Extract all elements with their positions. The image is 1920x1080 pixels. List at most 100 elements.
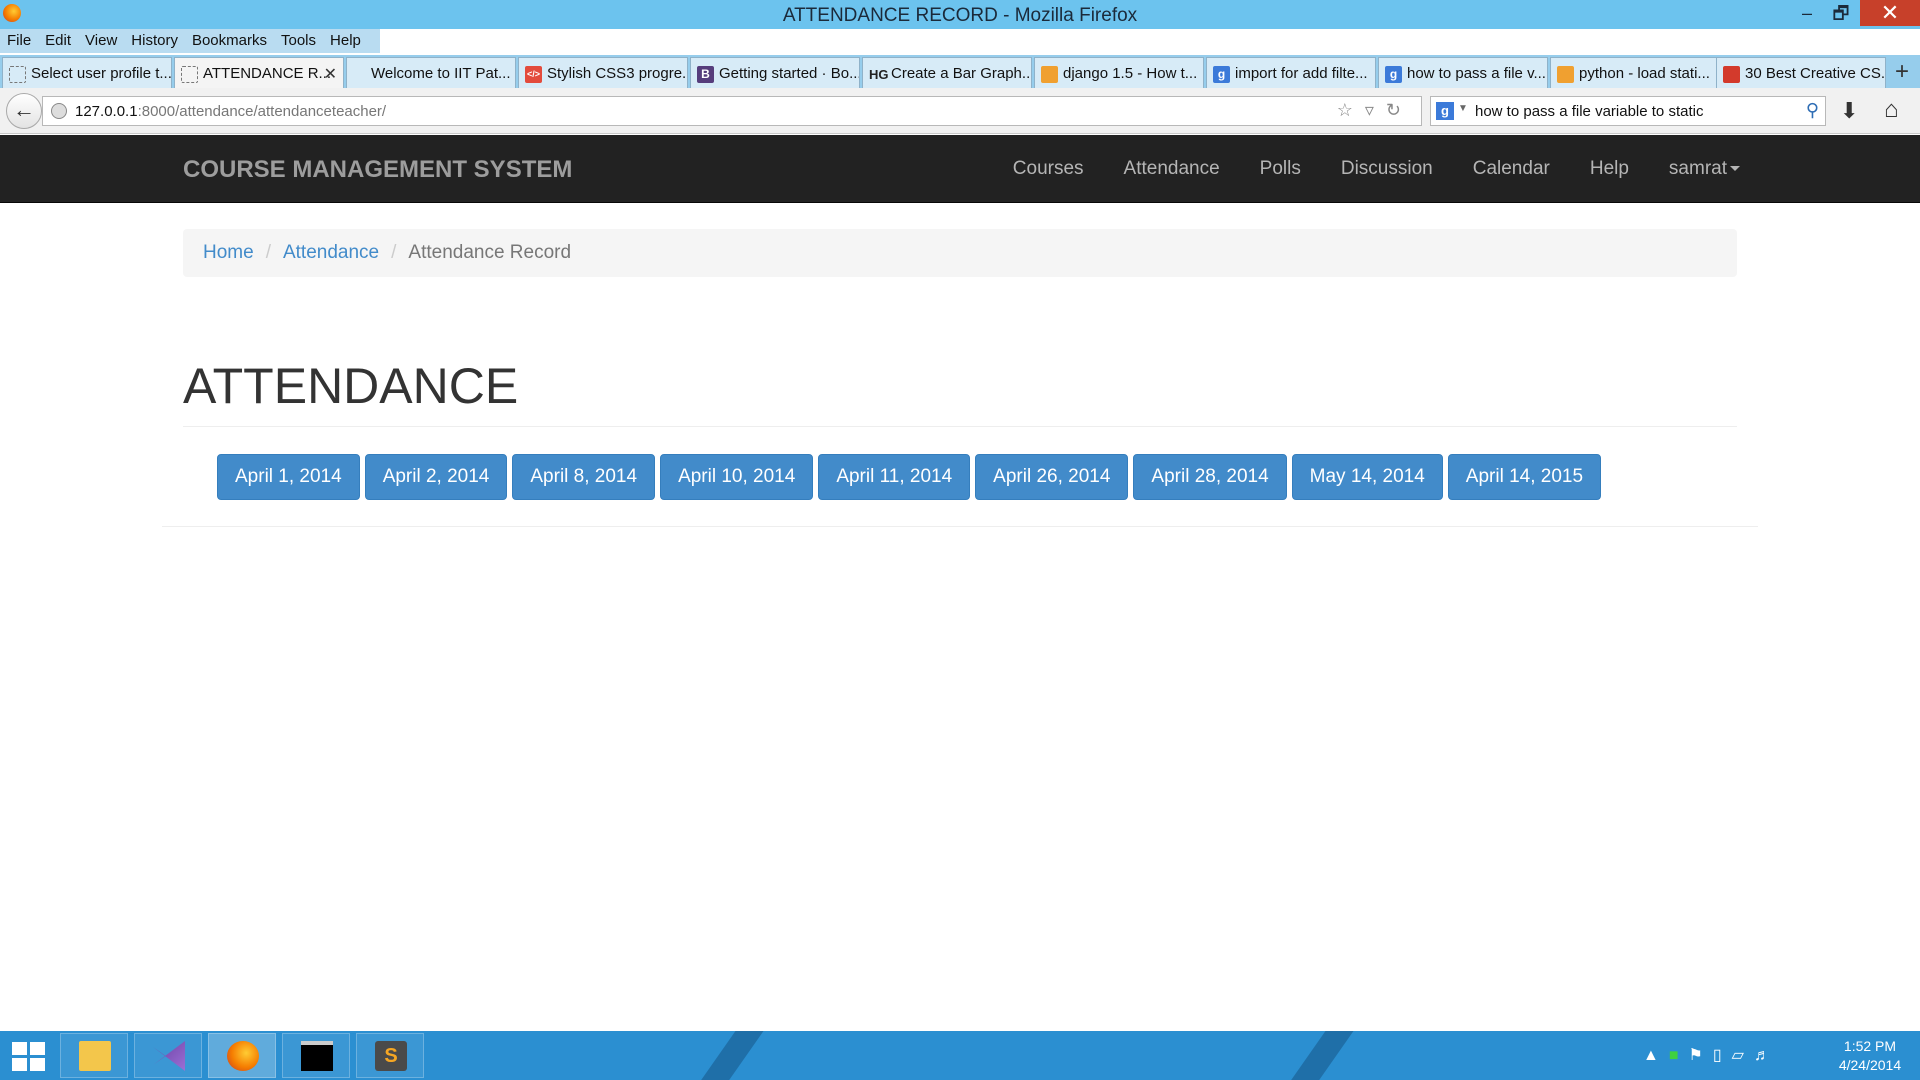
nav-attendance[interactable]: Attendance	[1104, 158, 1240, 180]
caret-down-icon	[1730, 166, 1740, 172]
new-tab-button[interactable]: +	[1888, 59, 1916, 87]
stackoverflow-icon	[1041, 66, 1058, 83]
browser-tab[interactable]: </> Stylish CSS3 progre...	[518, 57, 688, 88]
bookmark-star-icon[interactable]: ☆	[1337, 100, 1365, 120]
attendance-date-buttons: April 1, 2014 April 2, 2014 April 8, 201…	[217, 454, 1602, 500]
google-icon: g	[1213, 66, 1230, 83]
menu-history[interactable]: History	[124, 29, 185, 53]
browser-tab[interactable]: g import for add filte...	[1206, 57, 1376, 88]
search-bar[interactable]: g ▼ how to pass a file variable to stati…	[1430, 96, 1826, 126]
taskbar-firefox[interactable]	[208, 1033, 276, 1078]
nav-calendar[interactable]: Calendar	[1453, 158, 1570, 180]
user-name: samrat	[1668, 158, 1727, 179]
tab-label: Welcome to IIT Pat...	[371, 65, 511, 82]
flag-icon[interactable]: ⚑	[1689, 1047, 1713, 1064]
nav-polls[interactable]: Polls	[1240, 158, 1321, 180]
browser-tab[interactable]: Select user profile t...	[2, 57, 172, 88]
maximize-button[interactable]: 🗗	[1826, 0, 1856, 26]
taskbar-clock[interactable]: 1:52 PM 4/24/2014	[1830, 1037, 1910, 1075]
download-icon[interactable]: ⬇	[1840, 98, 1858, 124]
nav-help[interactable]: Help	[1570, 158, 1649, 180]
tab-label: Create a Bar Graph...	[891, 65, 1032, 82]
browser-tab[interactable]: Welcome to IIT Pat...	[346, 57, 516, 88]
web-page: COURSE MANAGEMENT SYSTEM Courses Attenda…	[0, 135, 1920, 1031]
tab-label: Stylish CSS3 progre...	[547, 65, 688, 82]
url-bar[interactable]: 127.0.0.1:8000/attendance/attendanceteac…	[42, 96, 1422, 126]
home-icon[interactable]: ⌂	[1884, 96, 1899, 124]
system-tray: ▲■⚑▯▱♬	[1643, 1045, 1780, 1065]
clock-date: 4/24/2014	[1838, 1057, 1902, 1073]
taskbar-explorer[interactable]	[60, 1033, 128, 1078]
url-text[interactable]: 127.0.0.1:8000/attendance/attendanceteac…	[75, 103, 386, 120]
terminal-icon	[301, 1041, 333, 1071]
date-button[interactable]: April 14, 2015	[1447, 454, 1602, 500]
stackoverflow-icon	[1557, 66, 1574, 83]
menu-bookmarks[interactable]: Bookmarks	[185, 29, 274, 53]
back-button[interactable]: ←	[6, 93, 42, 129]
browser-tab-active[interactable]: ATTENDANCE R... ✕	[174, 57, 344, 88]
menu-file[interactable]: File	[0, 29, 38, 53]
search-input[interactable]: how to pass a file variable to static	[1475, 103, 1703, 120]
tab-label: django 1.5 - How t...	[1063, 65, 1198, 82]
menu-edit[interactable]: Edit	[38, 29, 78, 53]
battery-icon[interactable]: ▯	[1713, 1047, 1732, 1064]
user-menu[interactable]: samrat	[1649, 158, 1760, 180]
tab-label: Getting started · Bo...	[719, 65, 860, 82]
date-button[interactable]: April 26, 2014	[975, 454, 1129, 500]
browser-tab[interactable]: 30 Best Creative CS...	[1716, 57, 1886, 88]
bootstrap-icon: B	[697, 66, 714, 83]
date-button[interactable]: April 8, 2014	[512, 454, 656, 500]
clock-time: 1:52 PM	[1843, 1038, 1897, 1054]
taskbar-sublime-text[interactable]: S	[356, 1033, 424, 1078]
menu-bar: File Edit View History Bookmarks Tools H…	[0, 29, 380, 53]
date-button[interactable]: April 10, 2014	[660, 454, 814, 500]
menu-help[interactable]: Help	[323, 29, 368, 53]
taskbar-command-prompt[interactable]	[282, 1033, 350, 1078]
browser-toolbar: ← 127.0.0.1:8000/attendance/attendancete…	[0, 88, 1920, 134]
nav-discussion[interactable]: Discussion	[1321, 158, 1453, 180]
tab-label: 30 Best Creative CS...	[1745, 65, 1886, 82]
date-button[interactable]: April 1, 2014	[217, 454, 360, 500]
browser-tab[interactable]: python - load stati...	[1550, 57, 1720, 88]
browser-tab[interactable]: HG Create a Bar Graph...	[862, 57, 1032, 88]
browser-tab[interactable]: B Getting started · Bo...	[690, 57, 860, 88]
folder-icon	[79, 1041, 111, 1071]
url-host: 127.0.0.1	[75, 103, 138, 120]
close-window-button[interactable]: ✕	[1860, 0, 1920, 26]
taskbar-decoration	[693, 1031, 771, 1080]
search-icon[interactable]: ⚲	[1806, 100, 1819, 121]
google-search-engine-icon[interactable]: g	[1436, 102, 1454, 120]
menu-view[interactable]: View	[78, 29, 124, 53]
dropdown-arrow-icon[interactable]: ▿	[1365, 100, 1386, 120]
app-tray-icon[interactable]: ■	[1669, 1047, 1689, 1064]
blank-page-icon	[181, 66, 198, 83]
volume-icon[interactable]: ♬	[1754, 1047, 1780, 1064]
reload-icon[interactable]: ↻	[1386, 100, 1413, 120]
date-button[interactable]: April 2, 2014	[364, 454, 508, 500]
windows-start-icon[interactable]	[12, 1042, 46, 1072]
breadcrumb-current: Attendance Record	[408, 242, 572, 263]
minimize-button[interactable]: –	[1792, 0, 1822, 26]
breadcrumb-separator: /	[265, 242, 271, 263]
windows-taskbar: S ▲■⚑▯▱♬ 1:52 PM 4/24/2014	[0, 1031, 1920, 1080]
tab-label: how to pass a file v...	[1407, 65, 1546, 82]
date-button[interactable]: April 28, 2014	[1133, 454, 1287, 500]
tab-label: import for add filte...	[1235, 65, 1368, 82]
app-brand[interactable]: COURSE MANAGEMENT SYSTEM	[183, 156, 572, 184]
breadcrumb-attendance[interactable]: Attendance	[283, 242, 379, 264]
browser-tab[interactable]: g how to pass a file v...	[1378, 57, 1548, 88]
browser-tab[interactable]: django 1.5 - How t...	[1034, 57, 1204, 88]
nav-courses[interactable]: Courses	[993, 158, 1104, 180]
menu-tools[interactable]: Tools	[274, 29, 323, 53]
breadcrumb-home[interactable]: Home	[203, 242, 254, 264]
taskbar-visual-studio[interactable]	[134, 1033, 202, 1078]
show-hidden-icons-icon[interactable]: ▲	[1643, 1047, 1669, 1064]
network-icon[interactable]: ▱	[1732, 1047, 1754, 1064]
close-tab-icon[interactable]: ✕	[324, 64, 337, 84]
site-identity-icon[interactable]	[51, 103, 67, 119]
date-button[interactable]: April 11, 2014	[818, 454, 971, 500]
app-nav-links: Courses Attendance Polls Discussion Cale…	[993, 135, 1760, 203]
engine-dropdown-icon[interactable]: ▼	[1458, 103, 1468, 114]
date-button[interactable]: May 14, 2014	[1291, 454, 1443, 500]
tab-strip: Select user profile t... ATTENDANCE R...…	[0, 55, 1920, 88]
